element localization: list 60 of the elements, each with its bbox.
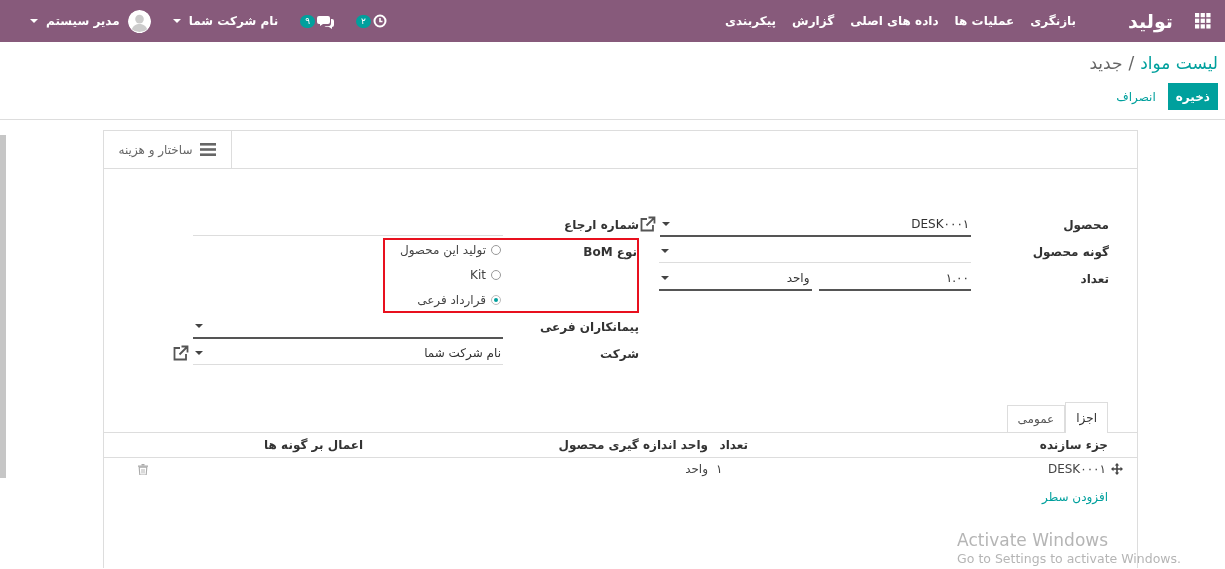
- discard-button[interactable]: انصراف: [1112, 83, 1160, 110]
- select-field[interactable]: واحد: [659, 266, 812, 291]
- caret-icon: [661, 275, 669, 280]
- table-cell: واحد: [685, 462, 708, 476]
- drag-handle-icon[interactable]: [1111, 463, 1123, 475]
- external-link-icon[interactable]: [172, 345, 189, 362]
- menu-item[interactable]: گزارش: [784, 14, 843, 28]
- menu-item[interactable]: عملیات ها: [946, 14, 1023, 28]
- clock-icon[interactable]: [372, 14, 387, 28]
- field-label: شرکت: [599, 346, 639, 361]
- column-header: اعمال بر گونه ها: [167, 433, 367, 458]
- radio-option[interactable]: قرارداد فرعی: [399, 293, 501, 307]
- radio-button[interactable]: [491, 295, 501, 305]
- chat-icon[interactable]: [317, 13, 335, 29]
- column-header: واحد اندازه گیری محصول: [367, 433, 712, 458]
- field-label: نوع BoM: [582, 244, 637, 259]
- table-cell: DESK۰۰۰۱: [1047, 462, 1106, 476]
- user-menu[interactable]: مدیر سیستم: [30, 9, 151, 33]
- add-line-link[interactable]: افزودن سطر: [1042, 490, 1108, 504]
- radio-option[interactable]: تولید این محصول: [399, 243, 501, 257]
- apps-menu-icon[interactable]: [1195, 13, 1211, 29]
- caret-icon: [661, 221, 670, 226]
- tab[interactable]: اجزا: [1065, 402, 1108, 433]
- menu-icon: [200, 143, 217, 156]
- field-label: شماره ارجاع: [563, 217, 639, 232]
- field-label: پیمانکاران فرعی: [538, 319, 639, 334]
- activation-title: Activate Windows: [957, 530, 1110, 552]
- breadcrumb-link[interactable]: لیست مواد: [1140, 52, 1218, 74]
- caret-icon: [195, 323, 203, 328]
- tab[interactable]: عمومی: [1006, 405, 1066, 432]
- quantity-field[interactable]: ۱.۰۰: [818, 266, 971, 291]
- external-link-icon[interactable]: [639, 216, 656, 233]
- column-header: تعداد: [712, 433, 752, 458]
- caret-icon: [172, 19, 181, 23]
- caret-icon: [195, 351, 203, 355]
- user-avatar: [127, 9, 151, 33]
- field-label: محصول: [1062, 217, 1109, 232]
- field-label: تعداد: [1079, 271, 1109, 286]
- radio-button[interactable]: [491, 245, 501, 255]
- column-header: جزء سازنده: [752, 433, 1137, 458]
- select-field[interactable]: DESK۰۰۰۱: [659, 212, 972, 237]
- select-field[interactable]: نام شرکت شما: [193, 342, 503, 365]
- activation-message: Go to Settings to activate Windows.: [957, 551, 1181, 567]
- scrollbar[interactable]: [0, 135, 6, 478]
- menu-item[interactable]: بازنگری: [1022, 14, 1085, 28]
- message-count-badge: ۹: [300, 14, 316, 28]
- menu-item[interactable]: داده های اصلی: [842, 14, 947, 28]
- app-title: تولید: [1128, 10, 1173, 32]
- company-switcher[interactable]: نام شرکت شما: [172, 14, 279, 28]
- breadcrumb-separator: /: [1128, 52, 1135, 74]
- caret-icon: [661, 249, 669, 253]
- table-cell: ۱: [716, 462, 723, 476]
- radio-option[interactable]: Kit: [399, 268, 501, 282]
- save-button[interactable]: ذخیره: [1167, 83, 1218, 110]
- caret-icon: [30, 19, 38, 23]
- menu-item[interactable]: پیکربندی: [716, 14, 785, 28]
- activity-count-badge: ۲: [356, 14, 371, 28]
- breadcrumb-current: جدید: [1089, 52, 1123, 74]
- radio-button[interactable]: [491, 270, 501, 280]
- field-label: گونه محصول: [1031, 244, 1109, 259]
